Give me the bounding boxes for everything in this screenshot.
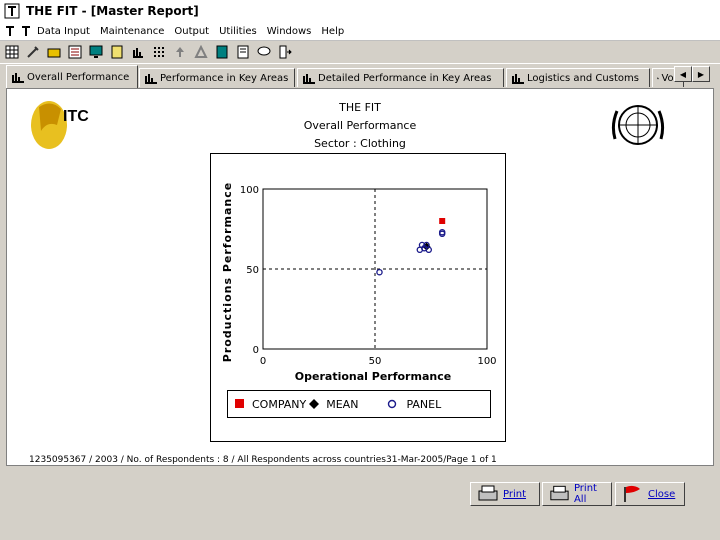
panel-point [376,268,383,276]
legend-company-label: COMPANY [252,397,307,411]
x-tick-label: 100 [477,356,496,367]
book-icon[interactable] [108,43,126,61]
grid-icon[interactable] [3,43,21,61]
scatter-chart: Productions Performance Operational Perf… [221,182,497,383]
menu-utilities[interactable]: Utilities [214,26,262,37]
app-icon [4,3,20,19]
close-button[interactable]: Close [615,482,685,506]
x-tick-label: 50 [369,356,382,367]
chart-icon [12,73,24,83]
exit-door-icon[interactable] [276,43,294,61]
x-axis-label: Operational Performance [295,370,451,383]
tab-logistics-customs[interactable]: Logistics and Customs [506,68,650,87]
menu-output[interactable]: Output [169,26,214,37]
printer-icon [550,485,569,501]
chart-legend: COMPANY MEAN PANEL [227,390,491,418]
tab-detailed-performance[interactable]: Detailed Performance in Key Areas [297,68,504,87]
close-button-label: Close [648,488,676,500]
print-all-button-label: Print All [573,483,597,505]
y-tick-label: 100 [240,185,259,196]
mdi-icon-1[interactable] [4,25,16,37]
print-button[interactable]: Print [470,482,540,506]
chart-icon [145,74,157,84]
calc-icon[interactable] [213,43,231,61]
dots-icon[interactable] [150,43,168,61]
legend-mean-label: MEAN [326,397,359,411]
chart-icon[interactable] [129,43,147,61]
report-footer: 1235095367 / 2003 / No. of Respondents :… [29,455,497,465]
red-flag-icon [624,485,640,502]
legend-mean-marker [309,399,320,409]
folder-icon[interactable] [45,43,63,61]
legend-company-marker [235,399,244,408]
menu-windows[interactable]: Windows [262,26,317,37]
scale-icon[interactable] [192,43,210,61]
title-bar: THE FIT - [Master Report] [0,0,720,23]
speech-icon[interactable] [255,43,273,61]
un-emblem-icon [611,105,665,145]
chart-icon [303,74,315,84]
print-button-label: Print [503,488,527,500]
legend-panel-label: PANEL [406,397,442,411]
tab-overall-performance[interactable]: Overall Performance [6,65,138,88]
tools-icon[interactable] [24,43,42,61]
menu-maintenance[interactable]: Maintenance [95,26,169,37]
company-point [439,218,446,224]
x-tick-label: 0 [260,356,266,367]
menu-bar: Data Input Maintenance Output Utilities … [0,22,720,41]
legend-panel-marker [388,399,397,409]
print-all-button[interactable]: Print All [542,482,612,506]
window-title: THE FIT - [Master Report] [26,4,199,18]
tab-scroll-buttons: ◀ ▶ [674,66,710,82]
arrow-up-icon[interactable] [171,43,189,61]
menu-help[interactable]: Help [316,26,349,37]
report-area: ITC THE FIT Overall Performance Sector :… [6,88,714,466]
y-tick-label: 0 [253,345,259,356]
y-axis-label: Productions Performance [221,182,234,362]
chart-panel: Productions Performance Operational Perf… [210,153,506,442]
chart-icon [512,74,524,84]
tab-scroll-right-button[interactable]: ▶ [692,66,710,82]
button-bar: Print Print All Close [0,468,720,540]
printer-icon [478,485,498,501]
tab-bar: Overall Performance Performance in Key A… [0,64,720,88]
monitor-icon[interactable] [87,43,105,61]
list-icon[interactable] [66,43,84,61]
chart-icon [657,77,660,80]
mdi-icon-2[interactable] [20,25,32,37]
report-icon[interactable] [234,43,252,61]
y-tick-label: 50 [246,265,259,276]
tab-performance-key-areas[interactable]: Performance in Key Areas [139,68,295,87]
tab-scroll-left-button[interactable]: ◀ [674,66,692,82]
menu-data-input[interactable]: Data Input [32,26,95,37]
toolbar [0,41,720,64]
